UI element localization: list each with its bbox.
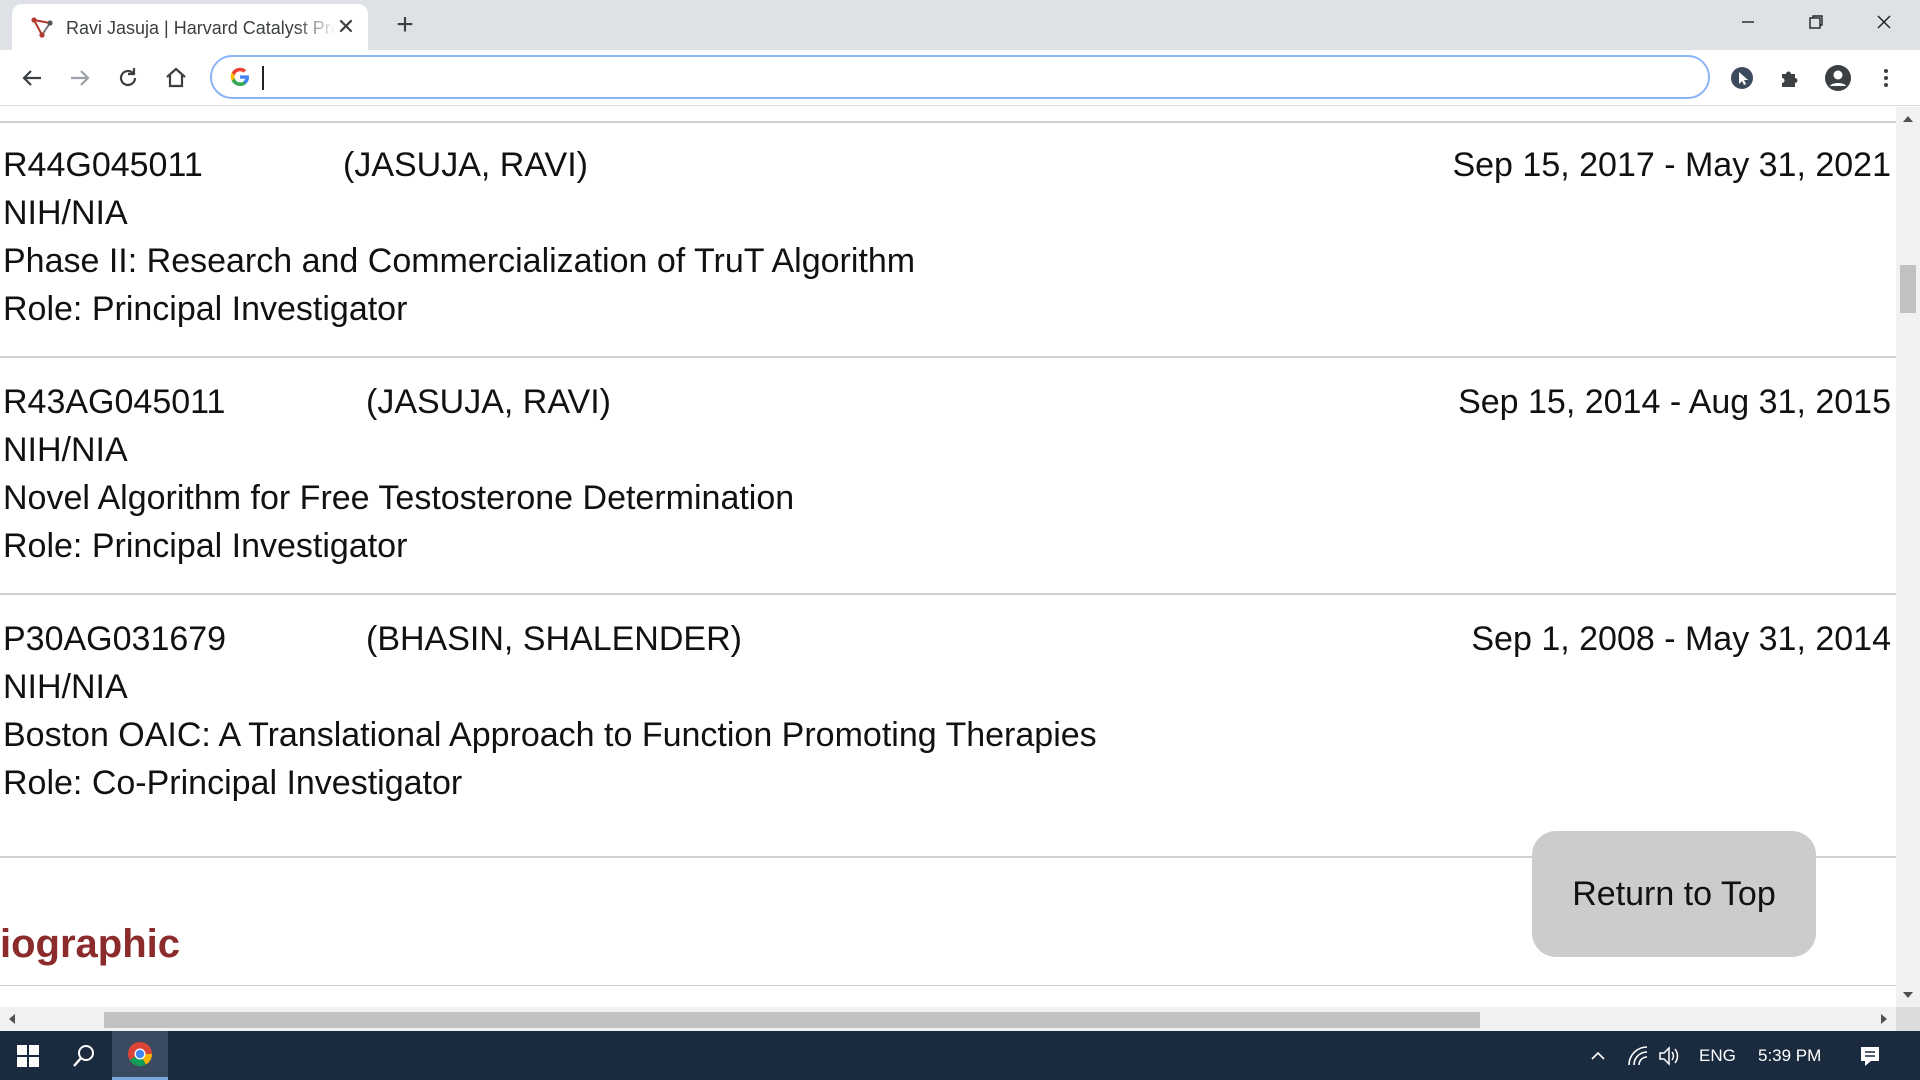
grant-pi: (JASUJA, RAVI) xyxy=(343,146,588,184)
puzzle-icon xyxy=(1782,71,1798,87)
home-icon xyxy=(166,67,186,88)
grant-title: Phase II: Research and Commercialization… xyxy=(3,242,916,280)
divider xyxy=(0,356,1896,358)
forward-button[interactable] xyxy=(64,62,96,94)
grant-id: R44G045011 xyxy=(3,146,203,184)
chrome-icon xyxy=(128,1042,152,1067)
home-button[interactable] xyxy=(160,62,192,94)
grant-id: R43AG045011 xyxy=(3,383,226,421)
extensions-button[interactable] xyxy=(1774,62,1806,94)
restore-icon xyxy=(1809,15,1823,29)
tab-title: Ravi Jasuja | Harvard Catalyst Profiles … xyxy=(66,18,336,38)
account-circle-icon xyxy=(1825,65,1851,91)
taskbar-chrome-button[interactable] xyxy=(112,1031,168,1080)
minimize-button[interactable] xyxy=(1714,0,1782,44)
grant-role: Role: Principal Investigator xyxy=(3,290,408,328)
scroll-right-icon[interactable] xyxy=(1878,1013,1890,1025)
grant-pi: (BHASIN, SHALENDER) xyxy=(366,620,742,658)
return-to-top-button[interactable]: Return to Top xyxy=(1532,831,1816,957)
more-vert-icon xyxy=(1884,69,1888,87)
grant-dates: Sep 1, 2008 - May 31, 2014 xyxy=(1471,620,1891,658)
vertical-scroll-thumb[interactable] xyxy=(1900,265,1916,313)
browser-toolbar xyxy=(0,50,1920,106)
page-viewport: R44G045011 (JASUJA, RAVI) Sep 15, 2017 -… xyxy=(0,107,1896,1007)
close-icon xyxy=(1877,15,1891,29)
horizontal-scrollbar[interactable] xyxy=(0,1007,1896,1031)
scroll-left-icon[interactable] xyxy=(6,1013,18,1025)
divider xyxy=(0,985,1896,986)
extension-cursor-button[interactable] xyxy=(1726,62,1758,94)
close-window-button[interactable] xyxy=(1850,0,1918,44)
scroll-up-icon[interactable] xyxy=(1902,113,1914,125)
google-g-icon xyxy=(230,67,249,86)
restore-button[interactable] xyxy=(1782,0,1850,44)
grant-agency: NIH/NIA xyxy=(3,431,128,469)
browser-tab-active[interactable]: Ravi Jasuja | Harvard Catalyst Profiles … xyxy=(12,4,368,50)
back-button[interactable] xyxy=(16,62,48,94)
windows-logo-icon xyxy=(17,1044,39,1067)
grant-title: Novel Algorithm for Free Testosterone De… xyxy=(3,479,795,517)
arrow-left-icon xyxy=(22,70,41,86)
horizontal-scroll-thumb[interactable] xyxy=(104,1012,1480,1028)
cursor-extension-icon xyxy=(1731,67,1753,89)
minimize-icon xyxy=(1742,21,1754,23)
action-center-button[interactable] xyxy=(1842,1031,1898,1080)
tab-close-icon[interactable]: ✕ xyxy=(334,15,358,39)
grant-pi: (JASUJA, RAVI) xyxy=(366,383,611,421)
address-bar[interactable] xyxy=(210,55,1710,99)
grant-dates: Sep 15, 2017 - May 31, 2021 xyxy=(1452,146,1891,184)
arrow-right-icon xyxy=(71,70,90,86)
grant-role: Role: Co-Principal Investigator xyxy=(3,764,463,802)
chevron-up-icon xyxy=(1591,1051,1605,1060)
clock[interactable]: 5:39 PM xyxy=(1758,1031,1821,1080)
search-icon xyxy=(73,1044,94,1067)
divider xyxy=(0,593,1896,595)
tab-strip: Ravi Jasuja | Harvard Catalyst Profiles … xyxy=(0,0,1920,50)
grant-agency: NIH/NIA xyxy=(3,668,128,706)
section-heading: iographic xyxy=(0,922,181,966)
windows-taskbar: ENG 5:39 PM xyxy=(0,1031,1920,1080)
volume-button[interactable] xyxy=(1650,1031,1690,1080)
catalyst-favicon-icon xyxy=(31,17,53,38)
input-language[interactable]: ENG xyxy=(1699,1031,1736,1080)
reload-icon xyxy=(119,68,137,87)
wifi-icon xyxy=(1628,1045,1648,1065)
scroll-down-icon[interactable] xyxy=(1902,989,1914,1001)
new-tab-button[interactable]: + xyxy=(390,10,420,40)
search-button[interactable] xyxy=(56,1031,112,1080)
divider xyxy=(0,121,1896,123)
grant-title: Boston OAIC: A Translational Approach to… xyxy=(3,716,1097,754)
menu-button[interactable] xyxy=(1870,62,1902,94)
grant-role: Role: Principal Investigator xyxy=(3,527,408,565)
address-input[interactable] xyxy=(266,63,1666,91)
reload-button[interactable] xyxy=(112,62,144,94)
vertical-scrollbar[interactable] xyxy=(1896,107,1920,1007)
notification-icon xyxy=(1861,1046,1879,1066)
grant-id: P30AG031679 xyxy=(3,620,227,658)
speaker-icon xyxy=(1659,1045,1679,1066)
grant-agency: NIH/NIA xyxy=(3,194,128,232)
grant-dates: Sep 15, 2014 - Aug 31, 2015 xyxy=(1458,383,1891,421)
start-button[interactable] xyxy=(0,1031,56,1080)
text-caret xyxy=(262,66,264,90)
profile-button[interactable] xyxy=(1822,62,1854,94)
scrollbar-corner xyxy=(1896,1007,1920,1031)
